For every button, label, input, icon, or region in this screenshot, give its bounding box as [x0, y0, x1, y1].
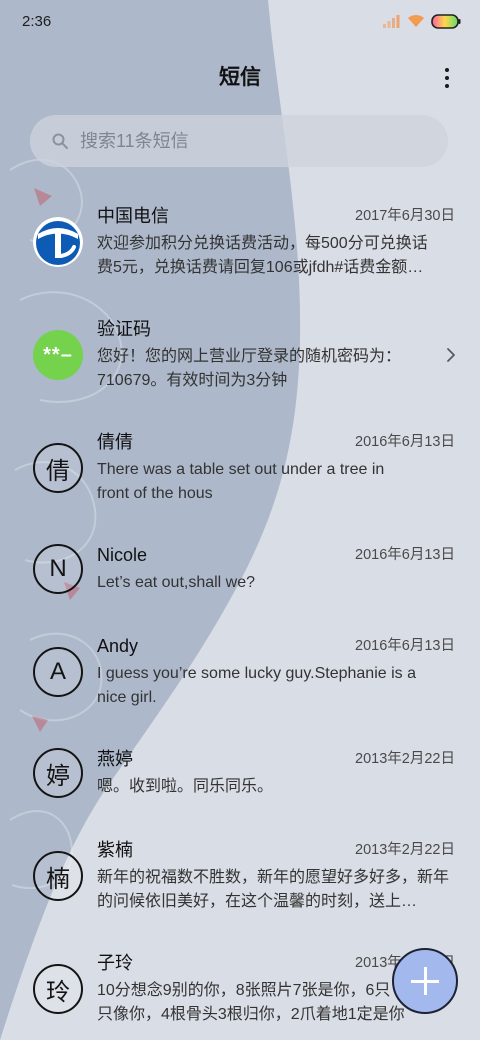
conversation-header: Andy 2016年6月13日	[97, 634, 455, 658]
message-preview-line: nice girl.	[97, 689, 157, 706]
conversation-content: Andy 2016年6月13日 I guess you’re some luck…	[97, 634, 455, 710]
message-preview-line: There was a table set out under a tree i…	[97, 461, 385, 478]
conversation-content: 验证码 您好！您的网上营业厅登录的随机密码为： 710679。有效时间为3分钟	[97, 317, 455, 393]
avatar-initial: A	[49, 658, 66, 685]
conversation-header: 紫楠 2013年2月22日	[97, 838, 455, 862]
contact-avatar[interactable]: 婷	[33, 748, 83, 798]
conversation-header: Nicole 2016年6月13日	[97, 543, 455, 567]
conversation-list: 中国电信 2017年6月30日 欢迎参加积分兑换话费活动，每500分可兑换话 费…	[0, 196, 480, 1035]
conversation-header: 中国电信 2017年6月30日	[97, 204, 455, 228]
message-preview-line: 710679。有效时间为3分钟	[97, 372, 288, 389]
conversation-china-telecom[interactable]: 中国电信 2017年6月30日 欢迎参加积分兑换话费活动，每500分可兑换话 费…	[0, 196, 480, 309]
conversation-header: 燕婷 2013年2月22日	[97, 747, 455, 771]
contact-avatar[interactable]	[33, 217, 83, 267]
contact-avatar[interactable]: 倩	[33, 443, 83, 493]
battery-icon	[431, 13, 461, 29]
message-preview-line: front of the hous	[97, 485, 213, 502]
conversation-nicole[interactable]: N Nicole 2016年6月13日 Let’s eat out,shall …	[0, 535, 480, 626]
conversation-content: 中国电信 2017年6月30日 欢迎参加积分兑换话费活动，每500分可兑换话 费…	[97, 204, 455, 280]
contact-name: Andy	[97, 636, 139, 656]
message-date: 2016年6月13日	[355, 434, 455, 450]
avatar-initial: 婷	[46, 762, 70, 790]
message-preview: 新年的祝福数不胜数，新年的愿望好多好多，新年 的问候依旧美好，在这个温馨的时刻，…	[97, 866, 455, 914]
status-time: 2:36	[22, 13, 52, 30]
message-preview-line: 费5元，兑换话费请回复106或jfdh#话费金额…	[97, 259, 424, 276]
message-preview-line: 您好！您的网上营业厅登录的随机密码为：	[97, 348, 402, 365]
contact-avatar[interactable]: 玲	[33, 964, 83, 1014]
conversation-content: 倩倩 2016年6月13日 There was a table set out …	[97, 430, 455, 506]
contact-name: 燕婷	[97, 749, 133, 769]
conversation-qianqian[interactable]: 倩 倩倩 2016年6月13日 There was a table set ou…	[0, 422, 480, 535]
message-preview-line: 的问候依旧美好，在这个温馨的时刻，送上…	[97, 893, 418, 910]
conversation-header: 验证码	[97, 317, 425, 341]
contact-name: 中国电信	[97, 206, 169, 226]
message-preview: 嗯。收到啦。同乐同乐。	[97, 775, 455, 799]
plus-icon	[394, 950, 456, 1012]
contact-name: 子玲	[97, 953, 133, 973]
message-preview-line: Let’s eat out,shall we?	[97, 574, 256, 591]
message-date: 2016年6月13日	[355, 547, 455, 563]
message-preview: Let’s eat out,shall we?	[97, 571, 455, 595]
contact-name: 验证码	[97, 319, 151, 339]
status-bar: 2:36	[0, 0, 480, 44]
contact-name: 倩倩	[97, 432, 133, 452]
page-title: 短信	[219, 66, 261, 89]
conversation-header: 倩倩 2016年6月13日	[97, 430, 455, 454]
more-menu-button[interactable]	[437, 64, 457, 92]
message-preview: 欢迎参加积分兑换话费活动，每500分可兑换话 费5元，兑换话费请回复106或jf…	[97, 232, 455, 280]
message-preview: I guess you’re some lucky guy.Stephanie …	[97, 662, 455, 710]
message-date: 2013年2月22日	[355, 842, 455, 858]
message-date: 2013年2月22日	[355, 751, 455, 767]
avatar-initial: 倩	[46, 457, 70, 485]
message-preview-line: I guess you’re some lucky guy.Stephanie …	[97, 665, 416, 682]
status-icons	[383, 13, 461, 29]
menu-dot	[445, 68, 449, 72]
message-preview-line: 欢迎参加积分兑换话费活动，每500分可兑换话	[97, 235, 428, 252]
contact-name: Nicole	[97, 545, 148, 565]
contact-avatar[interactable]: 楠	[33, 851, 83, 901]
message-date: 2016年6月13日	[355, 638, 455, 654]
message-preview-line: 嗯。收到啦。同乐同乐。	[97, 778, 274, 795]
contact-avatar[interactable]: **–	[33, 330, 83, 380]
new-message-button[interactable]	[392, 948, 458, 1014]
conversation-verification-code[interactable]: **– 验证码 您好！您的网上营业厅登录的随机密码为： 710679。有效时间为…	[0, 309, 480, 422]
conversation-content: 燕婷 2013年2月22日 嗯。收到啦。同乐同乐。	[97, 747, 455, 799]
menu-dot	[445, 76, 449, 80]
avatar-initial: 玲	[46, 978, 70, 1006]
contact-avatar[interactable]: A	[33, 647, 83, 697]
conversation-content: 紫楠 2013年2月22日 新年的祝福数不胜数，新年的愿望好多好多，新年 的问候…	[97, 838, 455, 914]
signal-icon	[383, 15, 400, 28]
wifi-icon	[408, 14, 424, 27]
contact-avatar[interactable]: N	[33, 544, 83, 594]
conversation-content: Nicole 2016年6月13日 Let’s eat out,shall we…	[97, 543, 455, 595]
china-telecom-logo-icon	[33, 217, 83, 267]
conversation-zinan[interactable]: 楠 紫楠 2013年2月22日 新年的祝福数不胜数，新年的愿望好多好多，新年 的…	[0, 830, 480, 943]
search-icon	[52, 133, 68, 149]
plus-icon-vertical	[424, 967, 427, 995]
message-preview: 您好！您的网上营业厅登录的随机密码为： 710679。有效时间为3分钟	[97, 345, 425, 393]
menu-dot	[445, 84, 449, 88]
chevron-right-icon	[447, 348, 455, 362]
contact-name: 紫楠	[97, 840, 133, 860]
message-preview-line: 新年的祝福数不胜数，新年的愿望好多好多，新年	[97, 869, 450, 886]
avatar-initial: **–	[43, 343, 73, 366]
search-bar[interactable]: 搜索11条短信	[30, 115, 448, 167]
more-vertical-icon	[445, 68, 449, 88]
avatar-initial: 楠	[46, 865, 70, 893]
search-placeholder: 搜索11条短信	[80, 131, 189, 151]
avatar-initial: N	[49, 555, 67, 582]
conversation-andy[interactable]: A Andy 2016年6月13日 I guess you’re some lu…	[0, 626, 480, 739]
message-date: 2017年6月30日	[355, 208, 455, 224]
conversation-yanting[interactable]: 婷 燕婷 2013年2月22日 嗯。收到啦。同乐同乐。	[0, 739, 480, 830]
message-preview: There was a table set out under a tree i…	[97, 458, 455, 506]
